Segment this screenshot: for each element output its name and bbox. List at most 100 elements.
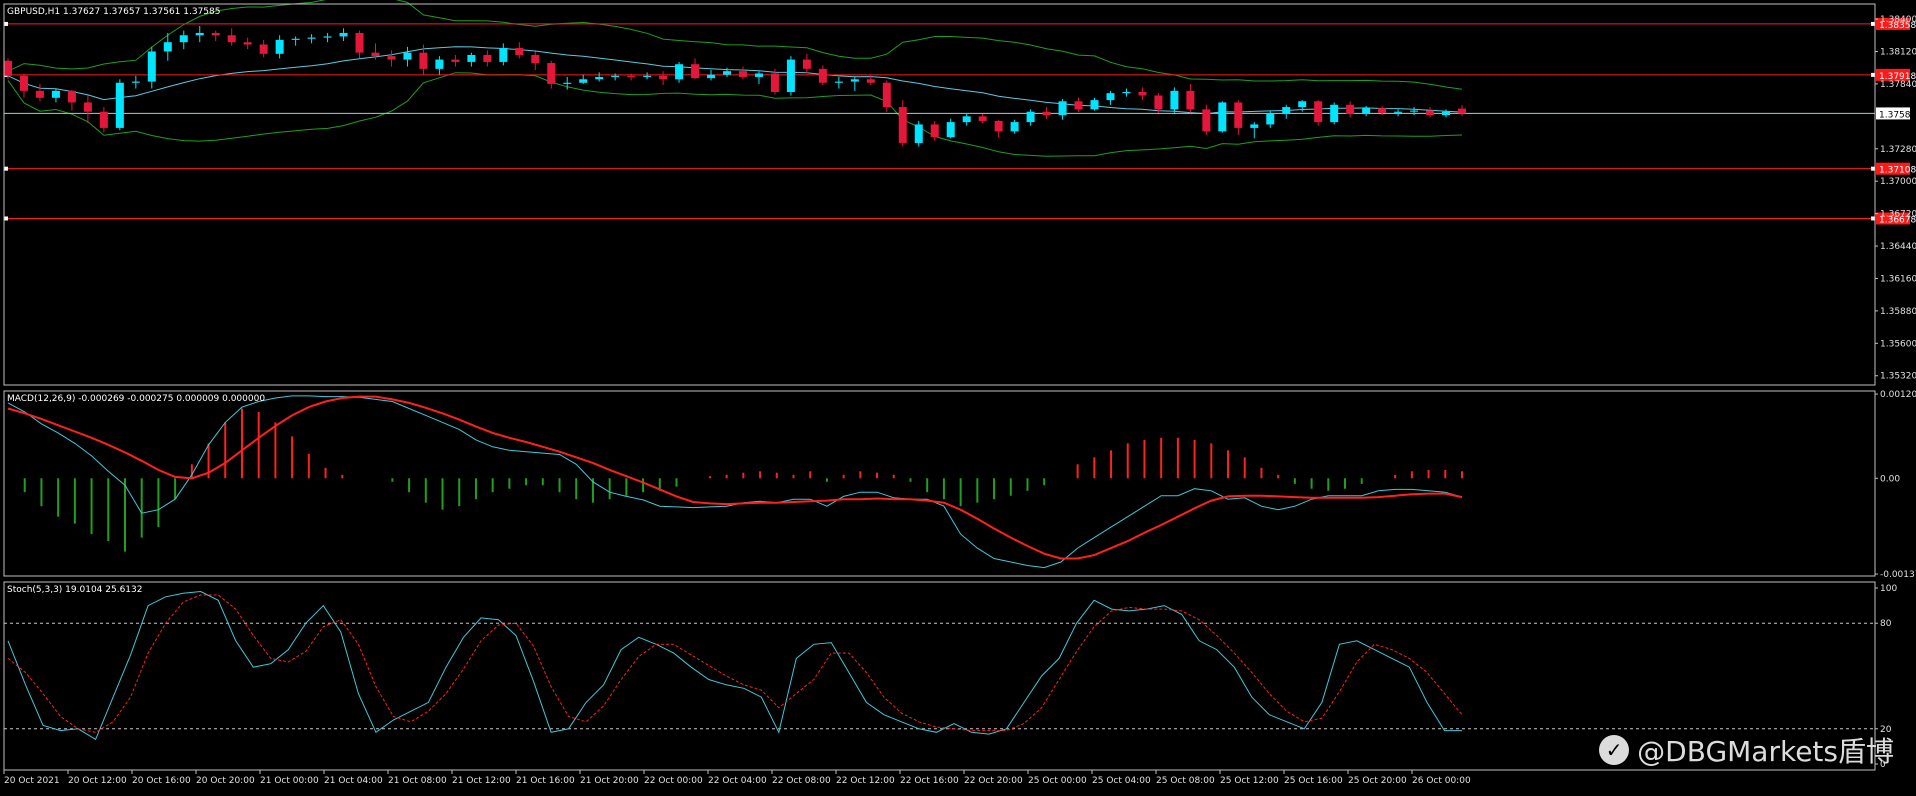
y-tick-label: 1.38120 [1880, 47, 1916, 57]
chart-canvas[interactable]: 1.383581.379181.371081.366781.384001.381… [0, 0, 1916, 792]
candle-body [339, 32, 348, 37]
candle-body [818, 68, 827, 83]
time-axis: 20 Oct 2021 20 Oct 12:00 20 Oct 16:00 20 Oc… [3, 770, 1471, 786]
candle-body [579, 79, 588, 83]
y-tick-label: 1.37840 [1880, 80, 1916, 90]
macd-main-line [7, 395, 1463, 569]
candle-body [1394, 111, 1403, 113]
candle-body [866, 79, 875, 83]
stoch-k-line [7, 590, 1462, 741]
candle-body [691, 64, 700, 79]
candle-body [163, 42, 172, 52]
candle-body [179, 35, 188, 43]
stoch-d-line [7, 594, 1463, 733]
x-tick-label: 25 Oct 04:00 [1092, 776, 1151, 786]
candle-body [371, 52, 380, 57]
stoch-panel-title: Stoch(5,3,3) 19.0104 25.6132 [7, 585, 142, 595]
x-tick-label: 22 Oct 12:00 [836, 776, 895, 786]
candle-body [1202, 109, 1211, 132]
level-handle [4, 166, 8, 171]
candle-body [1122, 92, 1131, 94]
stoch-panel-frame [3, 581, 1876, 771]
brand-logo-icon: ✓ [1599, 735, 1630, 765]
level-handle [1871, 166, 1875, 171]
candle-body [67, 90, 76, 103]
candle-body [1378, 108, 1387, 113]
candle-body [515, 48, 524, 55]
level-handle [4, 216, 8, 221]
watermark: ✓ @DBGMarkets盾博 [1599, 730, 1894, 770]
macd-panel-frame [3, 390, 1876, 577]
current-price-label: 1.37585 [1879, 110, 1916, 120]
candle-body [802, 59, 811, 69]
candle-body [483, 54, 492, 62]
candle-body [1218, 102, 1227, 132]
candle-body [323, 36, 332, 38]
candle-body [1314, 101, 1323, 123]
candle-body [595, 76, 604, 80]
x-tick-label: 21 Oct 00:00 [260, 776, 319, 786]
macd-panel-title: MACD(12,26,9) -0.000269 -0.000275 0.0000… [7, 394, 265, 404]
y-tick-label: 1.35600 [1880, 339, 1916, 349]
x-tick-label: 21 Oct 04:00 [324, 776, 383, 786]
x-tick-label: 21 Oct 20:00 [580, 776, 639, 786]
y-tick-label: 1.37280 [1880, 145, 1916, 155]
candle-body [355, 32, 364, 53]
candle-body [4, 60, 12, 76]
candle-body [882, 82, 891, 108]
candle-body [1282, 107, 1291, 115]
candle-body [19, 75, 28, 91]
candle-body [51, 90, 60, 98]
candle-body [195, 32, 204, 36]
x-tick-label: 22 Oct 00:00 [644, 776, 703, 786]
x-tick-label: 20 Oct 2021 [4, 776, 60, 786]
x-tick-label: 21 Oct 16:00 [516, 776, 575, 786]
y-tick-label: 1.35880 [1880, 307, 1916, 317]
candle-body [467, 54, 476, 62]
candle-body [499, 48, 508, 62]
candle-body [419, 52, 428, 69]
candle-body [770, 73, 779, 93]
candle-body [1266, 114, 1275, 125]
y-tick-label: 1.36720 [1880, 210, 1916, 220]
candle-body [275, 39, 284, 54]
trading-chart[interactable]: 1.38358 1.37918 1.37108 1.36678 1.38400 1.381… [0, 0, 1916, 792]
candle-body [723, 71, 732, 75]
candle-body [147, 51, 156, 82]
candle-body [611, 75, 620, 77]
level-handle [1871, 21, 1875, 26]
y-tick-label: -0.001372 [1880, 570, 1916, 580]
candle-body [914, 124, 923, 143]
candle-body [547, 63, 556, 84]
candle-body [259, 44, 268, 54]
macd-panel: 0.001206 0.00 -0.001372 MACD(12,26,9) -0.00… [7, 390, 1916, 580]
x-tick-label: 25 Oct 08:00 [1156, 776, 1215, 786]
candle-body [675, 64, 684, 80]
candle-body [738, 71, 747, 77]
candle-body [1298, 101, 1307, 108]
level-handle [1871, 216, 1875, 221]
candle-body [930, 124, 939, 138]
candle-body [707, 74, 716, 79]
level-handle [1871, 72, 1875, 77]
candle-body [659, 75, 668, 80]
y-tick-label: 0.001206 [1880, 390, 1916, 400]
candle-body [1362, 108, 1371, 115]
x-tick-label: 22 Oct 16:00 [900, 776, 959, 786]
y-tick-label: 1.36440 [1880, 242, 1916, 252]
level-price-label: 1.37108 [1879, 166, 1916, 176]
candle-body [531, 54, 540, 64]
candle-body [243, 42, 252, 45]
x-tick-label: 21 Oct 08:00 [388, 776, 447, 786]
candle-body [1042, 111, 1051, 116]
candle-body [1074, 101, 1083, 110]
candle-body [1410, 110, 1419, 112]
candle-body [1330, 104, 1339, 123]
y-tick-label: 1.35320 [1880, 372, 1916, 382]
candle-body [1138, 92, 1147, 96]
candle-body [994, 120, 1003, 132]
candle-body [627, 75, 636, 77]
y-tick-label: 100 [1880, 584, 1897, 594]
price-panel-title: GBPUSD,H1 1.37627 1.37657 1.37561 1.3758… [7, 7, 220, 17]
candle-body [786, 59, 795, 93]
